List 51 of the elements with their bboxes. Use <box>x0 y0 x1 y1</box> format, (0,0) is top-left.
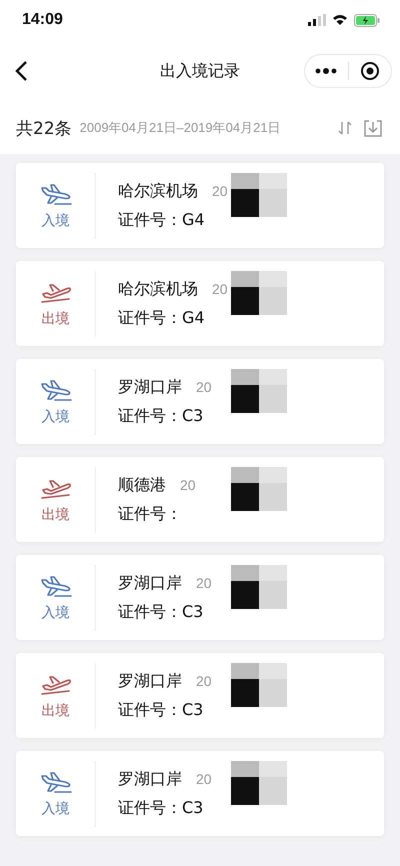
date-range: 2009年04月21日–2019年04月21日 <box>80 119 282 137</box>
document-number: 证件号：C3 <box>118 798 204 818</box>
direction-label: 入境 <box>42 800 70 818</box>
airplane-icon <box>38 182 72 206</box>
document-number: 证件号：C3 <box>118 406 204 426</box>
record-card[interactable]: 入境 罗湖口岸 20 证件号：C3 <box>16 359 384 444</box>
direction-label: 出境 <box>42 506 70 524</box>
record-date: 20 <box>196 378 212 394</box>
record-date: 20 <box>180 476 196 492</box>
port-name: 哈尔滨机场 <box>118 180 198 202</box>
port-name: 哈尔滨机场 <box>118 278 198 300</box>
record-date: 20 <box>196 770 212 786</box>
target-icon <box>360 61 380 81</box>
page-title: 出入境记录 <box>160 60 240 82</box>
record-card[interactable]: 入境 罗湖口岸 20 证件号：C3 <box>16 751 384 836</box>
record-date: 20 <box>212 182 228 198</box>
download-icon <box>364 119 382 137</box>
airplane-icon <box>38 574 72 598</box>
more-icon <box>315 68 338 74</box>
signal-icon <box>308 14 326 26</box>
status-time: 14:09 <box>22 11 63 29</box>
wifi-icon <box>332 14 348 26</box>
record-count: 共22条 <box>16 118 72 140</box>
document-number: 证件号：G4 <box>118 210 206 230</box>
direction-label: 入境 <box>42 212 70 230</box>
port-name: 罗湖口岸 <box>118 572 182 594</box>
direction-label: 出境 <box>42 702 70 720</box>
port-name: 顺德港 <box>118 474 166 496</box>
airplane-icon <box>38 770 72 794</box>
record-date: 20 <box>196 574 212 590</box>
document-number: 证件号：G4 <box>118 308 206 328</box>
record-card[interactable]: 入境 哈尔滨机场 20 证件号：G4 <box>16 163 384 248</box>
direction-label: 入境 <box>42 408 70 426</box>
battery-icon <box>354 14 380 26</box>
sort-icon <box>338 120 352 136</box>
record-card[interactable]: 入境 罗湖口岸 20 证件号：C3 <box>16 555 384 640</box>
document-number: 证件号： <box>118 504 183 524</box>
port-name: 罗湖口岸 <box>118 768 182 790</box>
record-card[interactable]: 出境 顺德港 20 证件号： <box>16 457 384 542</box>
port-name: 罗湖口岸 <box>118 376 182 398</box>
direction-label: 入境 <box>42 604 70 622</box>
document-number: 证件号：C3 <box>118 700 204 720</box>
record-date: 20 <box>212 280 228 296</box>
document-number: 证件号：C3 <box>118 602 204 622</box>
airplane-icon <box>38 378 72 402</box>
record-card[interactable]: 出境 罗湖口岸 20 证件号：C3 <box>16 653 384 738</box>
back-icon <box>14 60 28 82</box>
direction-label: 出境 <box>42 310 70 328</box>
record-card[interactable]: 出境 哈尔滨机场 20 证件号：G4 <box>16 261 384 346</box>
port-name: 罗湖口岸 <box>118 670 182 692</box>
record-date: 20 <box>196 672 212 688</box>
